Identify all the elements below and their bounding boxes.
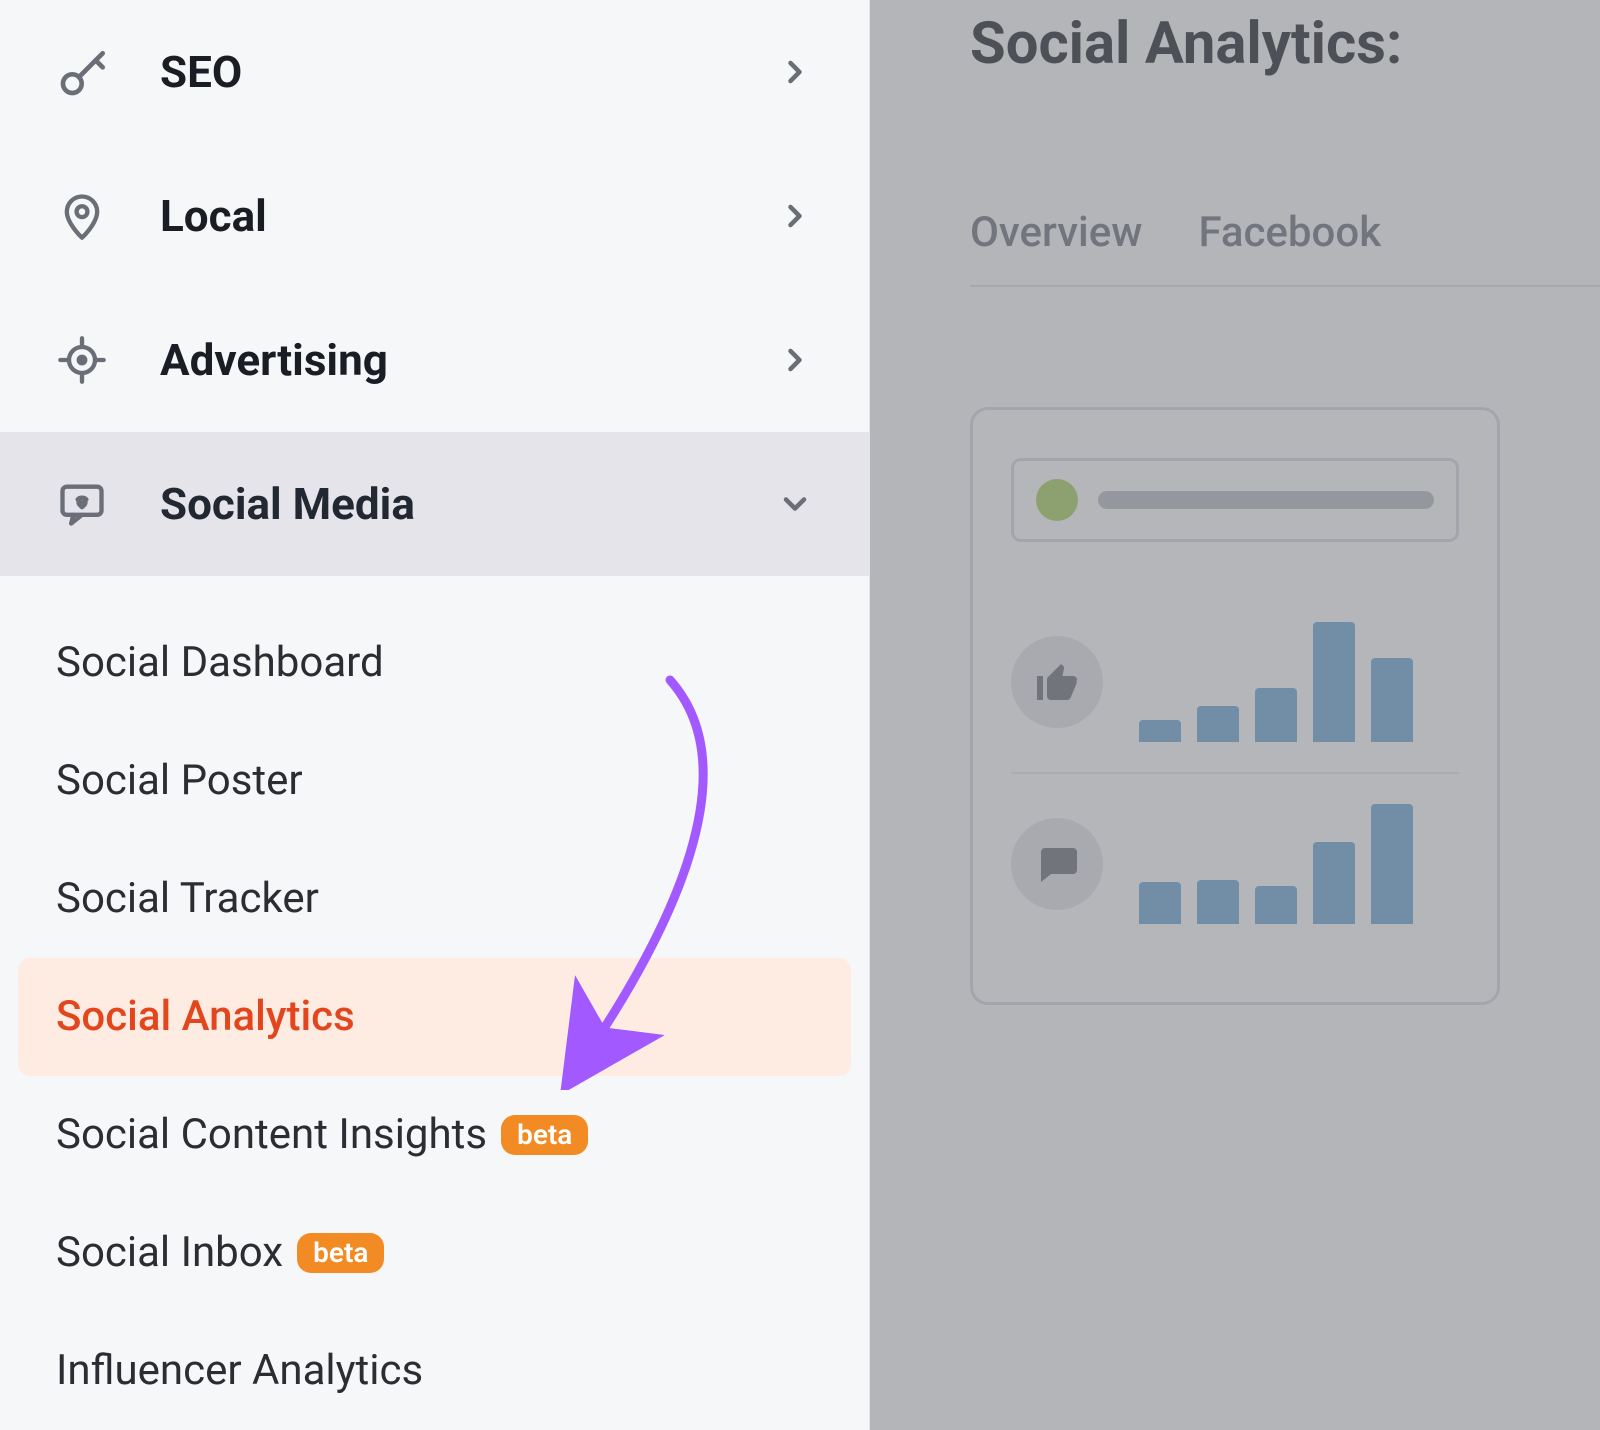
target-icon [56, 334, 120, 386]
speech-icon [1011, 818, 1103, 910]
sidebar-item-label: Social Content Insights [56, 1114, 487, 1156]
bar-chart-likes [1139, 622, 1459, 742]
chat-heart-icon [56, 478, 120, 530]
sidebar-category-label: Social Media [160, 478, 777, 530]
sidebar-category-label: SEO [160, 46, 777, 98]
sidebar-item-social-analytics[interactable]: Social Analytics [18, 958, 851, 1076]
sidebar-item-label: Influencer Analytics [56, 1350, 423, 1392]
avatar [1036, 479, 1078, 521]
chevron-right-icon [777, 54, 813, 90]
chevron-down-icon [777, 486, 813, 522]
sidebar-category-seo[interactable]: SEO [0, 0, 869, 144]
sidebar-item-label: Social Poster [56, 760, 303, 802]
bar-chart-comments [1139, 804, 1459, 924]
beta-badge: beta [501, 1115, 588, 1155]
sidebar: SEO Local [0, 0, 870, 1430]
tab-bar: Overview Facebook [970, 208, 1600, 287]
metric-row-likes [1011, 592, 1459, 772]
beta-badge: beta [297, 1233, 384, 1273]
sidebar-category-local[interactable]: Local [0, 144, 869, 288]
chevron-right-icon [777, 342, 813, 378]
sidebar-category-label: Advertising [160, 334, 777, 386]
metric-row-comments [1011, 772, 1459, 954]
sidebar-item-influencer-analytics[interactable]: Influencer Analytics [0, 1312, 869, 1430]
sidebar-item-label: Social Dashboard [56, 642, 384, 684]
app-root: SEO Local [0, 0, 1600, 1430]
sidebar-category-social-media[interactable]: Social Media [0, 432, 869, 576]
sidebar-item-label: Social Analytics [56, 996, 355, 1038]
preview-card [970, 407, 1500, 1005]
main-panel: Social Analytics: Overview Facebook [870, 0, 1600, 1430]
profile-chip [1011, 458, 1459, 542]
sidebar-category-advertising[interactable]: Advertising [0, 288, 869, 432]
sidebar-item-label: Social Tracker [56, 878, 319, 920]
sidebar-category-label: Local [160, 190, 777, 242]
pin-icon [56, 190, 120, 242]
sidebar-subnav-social: Social Dashboard Social Poster Social Tr… [0, 576, 869, 1430]
tab-overview[interactable]: Overview [970, 208, 1142, 257]
key-icon [56, 44, 120, 100]
sidebar-item-social-inbox[interactable]: Social Inbox beta [0, 1194, 869, 1312]
sidebar-item-social-content-insights[interactable]: Social Content Insights beta [0, 1076, 869, 1194]
tab-facebook[interactable]: Facebook [1198, 208, 1381, 257]
page-title: Social Analytics: [970, 10, 1600, 78]
placeholder-text-bar [1098, 491, 1434, 509]
sidebar-item-social-poster[interactable]: Social Poster [0, 722, 869, 840]
sidebar-item-social-tracker[interactable]: Social Tracker [0, 840, 869, 958]
sidebar-item-label: Social Inbox [56, 1232, 283, 1274]
sidebar-item-social-dashboard[interactable]: Social Dashboard [0, 604, 869, 722]
chevron-right-icon [777, 198, 813, 234]
thumbs-up-icon [1011, 636, 1103, 728]
